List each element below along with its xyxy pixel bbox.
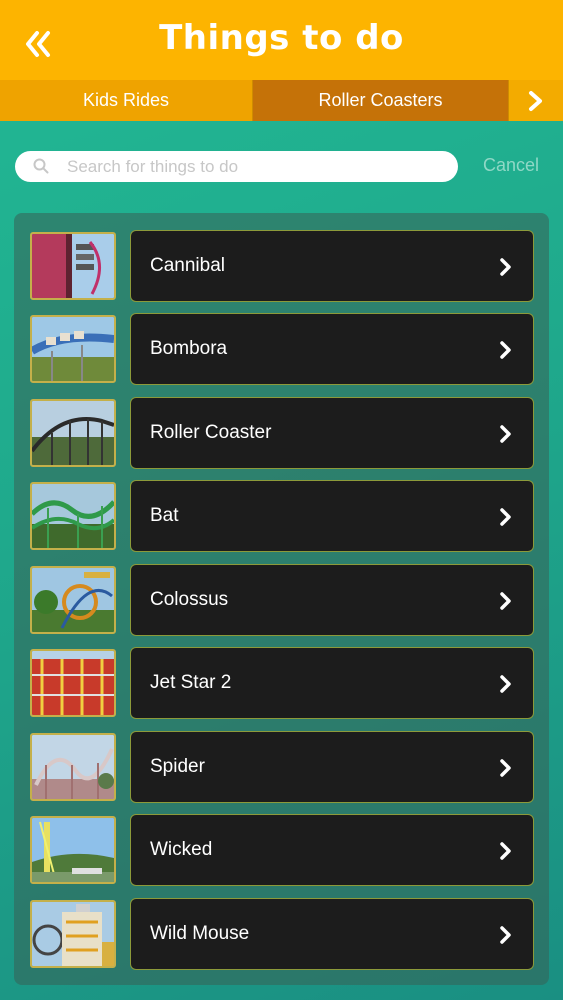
list-item-label: Jet Star 2 (150, 672, 232, 693)
tabs-next-button[interactable] (509, 80, 563, 121)
search-bar (15, 151, 458, 182)
list-item-label: Bombora (150, 338, 228, 359)
chevron-right-icon (500, 926, 511, 944)
list-item-card[interactable]: Spider (130, 731, 534, 803)
chevron-right-icon (500, 508, 511, 526)
list-item[interactable]: Spider (14, 731, 549, 803)
chevron-right-icon (500, 258, 511, 276)
header: Things to do (0, 0, 563, 80)
list-item-card[interactable]: Jet Star 2 (130, 647, 534, 719)
ride-thumbnail (30, 232, 116, 300)
chevron-right-icon (500, 341, 511, 359)
ride-thumbnail (30, 399, 116, 467)
rides-list: Cannibal Bombora Roller Coaster Bat Colo… (14, 213, 549, 985)
chevron-right-icon (529, 90, 542, 111)
search-input[interactable] (67, 151, 447, 182)
list-item[interactable]: Colossus (14, 564, 549, 636)
tab-roller-coasters[interactable]: Roller Coasters (253, 80, 508, 121)
chevron-right-icon (500, 759, 511, 777)
list-item-label: Wicked (150, 839, 213, 860)
list-item-label: Roller Coaster (150, 422, 272, 443)
page-title: Things to do (159, 18, 404, 58)
list-item[interactable]: Jet Star 2 (14, 647, 549, 719)
list-item[interactable]: Wicked (14, 814, 549, 886)
ride-thumbnail (30, 482, 116, 550)
chevron-right-icon (500, 842, 511, 860)
ride-thumbnail (30, 816, 116, 884)
list-item[interactable]: Bombora (14, 313, 549, 385)
cancel-button[interactable]: Cancel (471, 155, 551, 176)
list-item-card[interactable]: Cannibal (130, 230, 534, 302)
tab-bar: Kids Rides Roller Coasters (0, 80, 563, 121)
list-item-label: Wild Mouse (150, 923, 250, 944)
search-icon (33, 158, 49, 174)
chevron-right-icon (500, 425, 511, 443)
list-item-label: Cannibal (150, 255, 225, 276)
list-item[interactable]: Bat (14, 480, 549, 552)
list-item-card[interactable]: Bombora (130, 313, 534, 385)
list-item-card[interactable]: Colossus (130, 564, 534, 636)
list-item-label: Spider (150, 756, 205, 777)
ride-thumbnail (30, 733, 116, 801)
list-item-label: Bat (150, 505, 179, 526)
list-item-card[interactable]: Wicked (130, 814, 534, 886)
ride-thumbnail (30, 649, 116, 717)
list-item-card[interactable]: Roller Coaster (130, 397, 534, 469)
list-item-card[interactable]: Wild Mouse (130, 898, 534, 970)
ride-thumbnail (30, 566, 116, 634)
ride-thumbnail (30, 315, 116, 383)
list-item[interactable]: Cannibal (14, 230, 549, 302)
list-item-card[interactable]: Bat (130, 480, 534, 552)
list-item[interactable]: Roller Coaster (14, 397, 549, 469)
tab-kids-rides[interactable]: Kids Rides (0, 80, 252, 121)
list-item[interactable]: Wild Mouse (14, 898, 549, 970)
ride-thumbnail (30, 900, 116, 968)
chevron-right-icon (500, 675, 511, 693)
list-item-label: Colossus (150, 589, 229, 610)
chevron-right-icon (500, 592, 511, 610)
